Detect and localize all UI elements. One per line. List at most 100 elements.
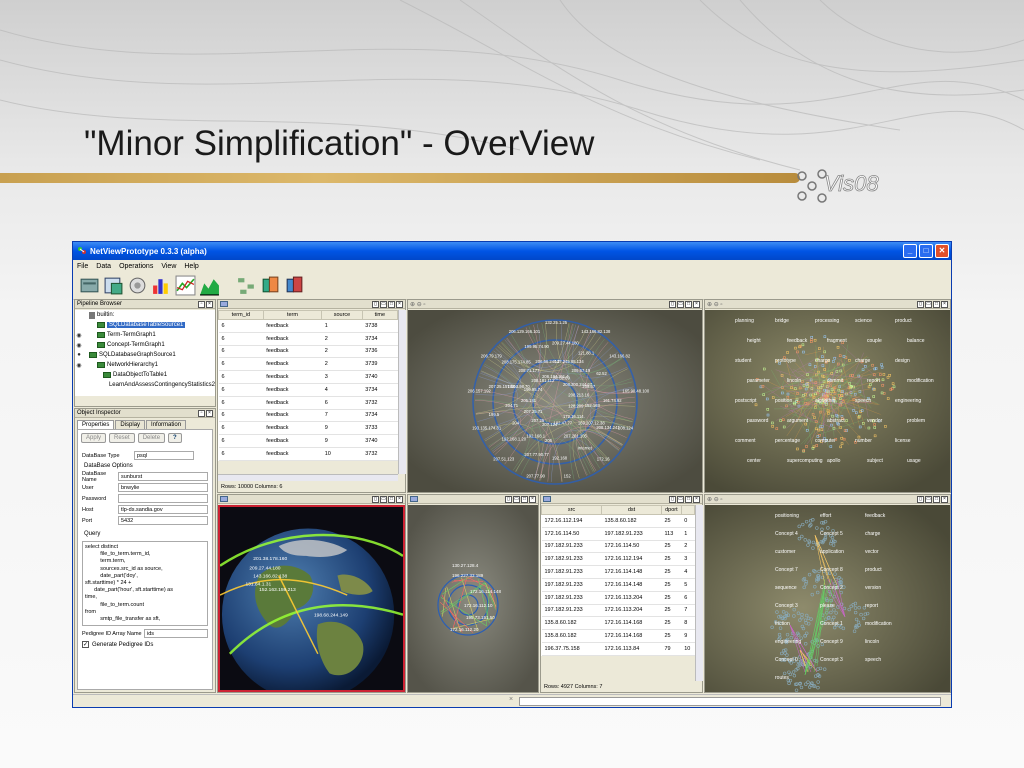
table-row[interactable]: 196.37.75.158 172.16.113.84 79 10 — [542, 642, 695, 655]
tree-item-data-object-to-table[interactable]: DataObjectToTable1 — [75, 370, 215, 380]
table-row[interactable]: 172.16.112.194 135.8.60.182 25 0 — [542, 515, 695, 528]
tree-item-sql-graph-source[interactable]: ● SQLDatabaseGraphSource1 — [75, 350, 215, 360]
reset-button[interactable]: Reset — [109, 433, 135, 443]
help-button[interactable]: ? — [168, 433, 182, 443]
small-radial-graph[interactable]: 130.27.128.4 196.227.33.189 172.16.114.148… — [408, 505, 538, 692]
column-header[interactable]: time — [362, 311, 397, 320]
split-h-icon[interactable]: ▯ — [669, 301, 676, 308]
table-row[interactable]: 6 feedback 1 3738 — [219, 320, 398, 333]
view-close-icon[interactable]: × — [941, 301, 948, 308]
table-source-icon[interactable] — [103, 275, 124, 296]
max-icon[interactable]: □ — [685, 496, 692, 503]
table-row[interactable]: 197.182.91.233 172.16.113.204 25 7 — [542, 604, 695, 617]
bar-chart-icon[interactable] — [151, 275, 172, 296]
hierarchy-icon[interactable] — [260, 275, 281, 296]
term-graph[interactable]: planning bridge processing science producthe… — [705, 310, 950, 492]
split-v-icon[interactable]: ▭ — [925, 496, 932, 503]
query-textarea[interactable]: select distinct file_to_term.term_id, te… — [82, 541, 208, 626]
menu-operations[interactable]: Operations — [119, 263, 153, 270]
status-close-icon[interactable]: × — [509, 696, 513, 703]
view-close-icon[interactable]: × — [396, 301, 403, 308]
split-v-icon[interactable]: ▭ — [380, 496, 387, 503]
table-row[interactable]: 172.16.114.50 197.182.91.233 113 1 — [542, 527, 695, 540]
column-header[interactable]: src — [542, 506, 602, 515]
apply-button[interactable]: Apply — [81, 433, 106, 443]
statistics-icon[interactable] — [284, 275, 305, 296]
pedigree-input[interactable]: ids — [144, 629, 208, 638]
visibility-eye-icon[interactable]: ◉ — [75, 362, 83, 369]
split-v-icon[interactable]: ▭ — [925, 301, 932, 308]
host-input[interactable]: tlp-ds.sandia.gov — [118, 505, 208, 514]
max-icon[interactable]: □ — [388, 496, 395, 503]
pane-close-icon[interactable]: × — [206, 410, 213, 417]
table-row[interactable]: 6 feedback 4 3734 — [219, 383, 398, 396]
undock-icon[interactable]: ▫ — [198, 410, 205, 417]
split-h-icon[interactable]: ▯ — [372, 301, 379, 308]
max-icon[interactable]: □ — [933, 301, 940, 308]
vertical-scrollbar[interactable] — [695, 505, 703, 681]
max-icon[interactable]: □ — [933, 496, 940, 503]
menu-file[interactable]: File — [77, 263, 88, 270]
db-options-group[interactable]: DataBase Options — [78, 461, 212, 471]
table-row[interactable]: 197.182.91.233 172.16.114.148 25 4 — [542, 566, 695, 579]
area-chart-icon[interactable] — [199, 275, 220, 296]
tree-item-builtin[interactable]: builtin: — [75, 310, 215, 320]
db-name-input[interactable]: sunburst — [118, 472, 208, 481]
menu-data[interactable]: Data — [96, 263, 111, 270]
table-row[interactable]: 6 feedback 2 3736 — [219, 345, 398, 358]
query-group[interactable]: Query — [78, 529, 212, 539]
pane-close-icon[interactable]: × — [206, 301, 213, 308]
table-row[interactable]: 197.182.91.233 172.16.113.204 25 6 — [542, 591, 695, 604]
horizontal-scrollbar[interactable] — [218, 474, 398, 481]
table-row[interactable]: 6 feedback 9 3740 — [219, 435, 398, 448]
user-input[interactable]: bnwylie — [118, 483, 208, 492]
max-icon[interactable]: □ — [685, 301, 692, 308]
tree-item-term-term-graph[interactable]: ◉ Term-TermGraph1 — [75, 330, 215, 340]
database-icon[interactable] — [79, 275, 100, 296]
split-h-icon[interactable]: ▯ — [917, 301, 924, 308]
column-header[interactable]: dport — [662, 506, 682, 515]
tree-item-network-hierarchy[interactable]: ◉ NetworkHierarchy1 — [75, 360, 215, 370]
view-close-icon[interactable]: × — [693, 301, 700, 308]
table-row[interactable]: 6 feedback 2 3739 — [219, 358, 398, 371]
undock-icon[interactable]: ▫ — [198, 301, 205, 308]
tab-display[interactable]: Display — [115, 420, 145, 429]
concept-graph[interactable]: positioning effort feedback Concept 4 Concep… — [705, 505, 950, 692]
split-v-icon[interactable]: ▭ — [677, 496, 684, 503]
tree-item-contingency-statistics[interactable]: LearnAndAssessContingencyStatistics2 — [75, 380, 215, 390]
table-row[interactable]: 6 feedback 7 3734 — [219, 409, 398, 422]
delete-button[interactable]: Delete — [138, 433, 165, 443]
visibility-eye-icon[interactable]: ◉ — [75, 332, 83, 339]
column-header[interactable]: term — [263, 311, 322, 320]
split-h-icon[interactable]: ▯ — [669, 496, 676, 503]
graph-source-icon[interactable] — [127, 275, 148, 296]
db-type-select[interactable]: psql — [134, 451, 194, 460]
view-close-icon[interactable]: × — [529, 496, 536, 503]
line-chart-icon[interactable] — [175, 275, 196, 296]
tree-item-sql-table-source[interactable]: SQLDatabaseTableSource1 — [75, 320, 215, 330]
column-header[interactable]: dst — [602, 506, 662, 515]
tab-properties[interactable]: Properties — [77, 420, 114, 429]
table-row[interactable]: 135.8.60.182 172.16.114.168 25 9 — [542, 630, 695, 643]
close-button[interactable]: ✕ — [935, 244, 949, 258]
split-h-icon[interactable]: ▯ — [505, 496, 512, 503]
table-row[interactable]: 6 feedback 3 3740 — [219, 371, 398, 384]
table-row[interactable]: 6 feedback 2 3734 — [219, 332, 398, 345]
menu-view[interactable]: View — [161, 263, 176, 270]
split-h-icon[interactable]: ▯ — [917, 496, 924, 503]
minimize-button[interactable]: _ — [903, 244, 917, 258]
port-input[interactable]: 5432 — [118, 516, 208, 525]
tab-information[interactable]: Information — [146, 420, 186, 429]
password-input[interactable] — [118, 494, 208, 503]
column-header[interactable]: term_id — [219, 311, 264, 320]
max-icon[interactable]: □ — [521, 496, 528, 503]
split-v-icon[interactable]: ▭ — [513, 496, 520, 503]
table-row[interactable]: 6 feedback 9 3733 — [219, 422, 398, 435]
table-row[interactable]: 197.182.91.233 172.16.114.148 25 5 — [542, 578, 695, 591]
visibility-eye-icon[interactable]: ● — [75, 352, 83, 358]
command-input[interactable] — [519, 697, 941, 706]
view-close-icon[interactable]: × — [941, 496, 948, 503]
visibility-eye-icon[interactable]: ◉ — [75, 342, 83, 349]
table-row[interactable]: 197.182.91.233 172.16.114.50 25 2 — [542, 540, 695, 553]
table-row[interactable]: 6 feedback 6 3732 — [219, 396, 398, 409]
